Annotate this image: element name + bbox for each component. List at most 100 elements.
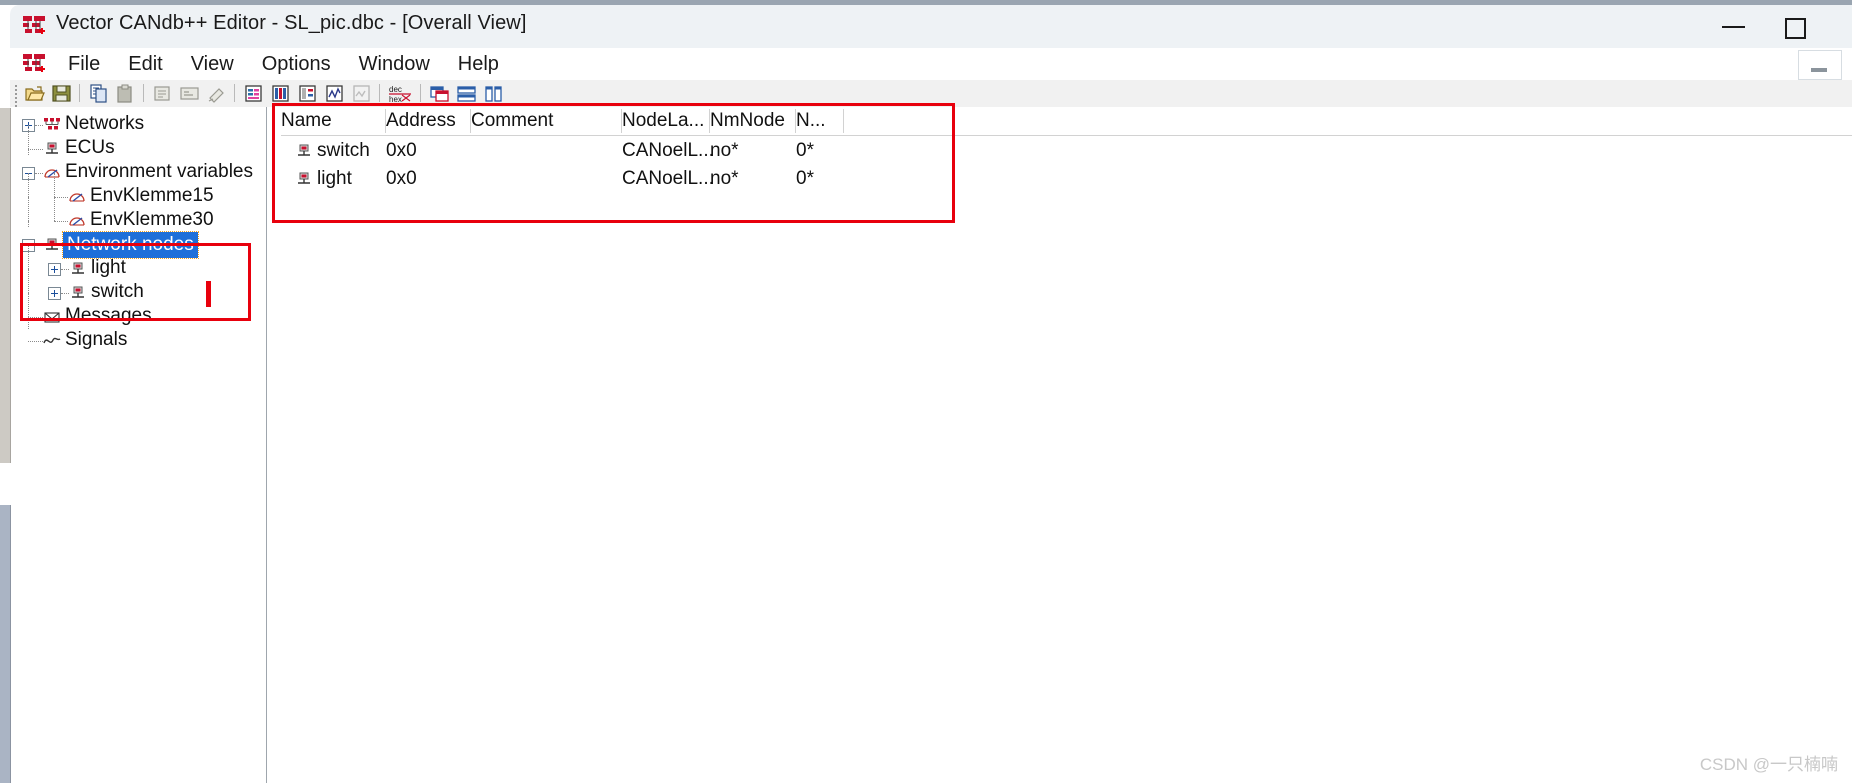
expander-plus-icon[interactable]	[48, 287, 61, 300]
maximize-button[interactable]	[1766, 5, 1822, 48]
tree-connector	[61, 293, 69, 295]
svg-text:dec: dec	[389, 85, 402, 94]
cell-name: light	[317, 168, 352, 189]
tree-connector	[28, 149, 30, 155]
application-window: Vector CANdb++ Editor - SL_pic.dbc - [Ov…	[0, 0, 1852, 783]
column-header-comment[interactable]: Comment	[471, 107, 622, 135]
column-header-label: Comment	[471, 110, 554, 131]
nodes-view-icon[interactable]	[270, 83, 291, 104]
node-icon	[295, 143, 313, 159]
tree-connector	[35, 125, 43, 127]
menu-item-file[interactable]: File	[54, 51, 114, 78]
column-header-address[interactable]: Address	[386, 107, 471, 135]
tree-item-networks[interactable]: Networks	[10, 113, 266, 137]
tree-item-envklemme30[interactable]: EnvKlemme30	[10, 197, 266, 233]
env-vars-view-icon[interactable]	[351, 83, 372, 104]
node-icon	[69, 285, 87, 301]
toolbar-grip[interactable]	[15, 85, 18, 107]
tree-connector	[28, 269, 30, 293]
tree-connector	[28, 317, 43, 319]
tree-item-ecus[interactable]: ECUs	[10, 125, 266, 161]
tree-connector	[28, 173, 30, 197]
column-header-label: N...	[796, 110, 826, 131]
tree-connector	[61, 269, 69, 271]
open-icon[interactable]	[24, 83, 45, 104]
tree-connector	[54, 197, 56, 221]
tree-item-switch[interactable]: switch	[10, 269, 266, 305]
tree-item-light[interactable]: light	[10, 245, 266, 281]
edit-object-icon[interactable]	[152, 83, 173, 104]
menu-item-view[interactable]: View	[177, 51, 248, 78]
tree-item-label: ECUs	[65, 137, 115, 158]
document-system-menu-icon[interactable]	[22, 52, 48, 76]
node-icon	[295, 171, 313, 187]
tree-connector	[35, 245, 43, 247]
tree-item-signals[interactable]: Signals	[10, 317, 266, 353]
cell-name: switch	[317, 140, 370, 161]
cell-nodelayermodules: CANoelL...	[622, 168, 714, 189]
column-header-label: Address	[386, 110, 456, 131]
expander-plus-icon[interactable]	[48, 263, 61, 276]
menu-item-window[interactable]: Window	[345, 51, 444, 78]
cell-n-truncated: 0*	[796, 168, 814, 189]
dec-hex-toggle-icon[interactable]: dec hex	[388, 83, 411, 104]
tree-item-label: EnvKlemme30	[90, 209, 214, 230]
cell-nmnode: no*	[710, 168, 739, 189]
column-header-name[interactable]: Name	[281, 107, 386, 135]
tree-connector	[35, 173, 43, 175]
tree-item-label: Networks	[65, 113, 145, 134]
mdi-minimize-button[interactable]	[1798, 50, 1842, 80]
tile-vertical-icon[interactable]	[483, 83, 504, 104]
tree-item-messages[interactable]: Messages	[10, 293, 266, 329]
menu-item-help[interactable]: Help	[444, 51, 513, 78]
signal-icon	[43, 333, 61, 349]
table-row[interactable]: switch 0x0 CANoelL... no* 0*	[281, 136, 1852, 165]
overall-view-list[interactable]: Name Address Comment NodeLa... NmNode N.…	[267, 107, 1852, 783]
menu-item-edit[interactable]: Edit	[114, 51, 176, 78]
column-header-nmnode[interactable]: NmNode	[710, 107, 796, 135]
background-window-edge	[0, 505, 11, 783]
toolbar-separator	[379, 84, 380, 102]
column-header-n-truncated[interactable]: N...	[796, 107, 844, 135]
cell-nmnode: no*	[710, 140, 739, 161]
tree-connector	[54, 173, 56, 197]
vector-candb-icon	[22, 14, 48, 38]
minimize-button[interactable]	[1706, 5, 1762, 48]
networks-view-icon[interactable]	[243, 83, 264, 104]
cell-address: 0x0	[386, 140, 417, 161]
tree-connector	[54, 197, 68, 199]
tree-item-label: Signals	[65, 329, 128, 350]
window-title: Vector CANdb++ Editor - SL_pic.dbc - [Ov…	[56, 12, 527, 34]
table-row[interactable]: light 0x0 CANoelL... no* 0*	[281, 164, 1852, 193]
column-header-nodelayermodules[interactable]: NodeLa...	[622, 107, 710, 135]
object-tree-panel[interactable]: Networks ECUs Environment variables EnvK…	[10, 107, 267, 783]
tree-connector	[28, 125, 30, 149]
list-header-row: Name Address Comment NodeLa... NmNode N.…	[281, 107, 1852, 136]
menu-item-list: File Edit View Options Window Help	[54, 48, 513, 80]
tree-connector	[28, 341, 43, 343]
cascade-icon[interactable]	[429, 83, 450, 104]
menu-bar: File Edit View Options Window Help	[10, 48, 1852, 80]
tree-item-label: Messages	[65, 305, 152, 326]
tree-item-network-nodes[interactable]: Network nodes	[10, 221, 266, 259]
background-window-scrollbar-thumb[interactable]	[0, 108, 11, 463]
signals-view-icon[interactable]	[324, 83, 345, 104]
toolbar-separator	[234, 84, 235, 102]
paste-icon[interactable]	[115, 83, 136, 104]
messages-view-icon[interactable]	[297, 83, 318, 104]
tree-connector	[28, 293, 30, 317]
title-bar: Vector CANdb++ Editor - SL_pic.dbc - [Ov…	[10, 5, 1852, 48]
object-details-icon[interactable]	[179, 83, 200, 104]
tree-item-envklemme15[interactable]: EnvKlemme15	[10, 173, 266, 209]
tile-horizontal-icon[interactable]	[456, 83, 477, 104]
tree-item-label: switch	[91, 281, 144, 302]
candb-editor-window: Vector CANdb++ Editor - SL_pic.dbc - [Ov…	[10, 5, 1852, 783]
save-icon[interactable]	[51, 83, 72, 104]
menu-item-options[interactable]: Options	[248, 51, 345, 78]
watermark: CSDN @一只楠喃	[1699, 755, 1838, 774]
delete-object-icon[interactable]	[206, 83, 227, 104]
tree-item-environment-variables[interactable]: Environment variables	[10, 149, 266, 185]
column-header-spare[interactable]	[844, 107, 896, 135]
copy-icon[interactable]	[88, 83, 109, 104]
env-variable-icon	[68, 189, 86, 205]
